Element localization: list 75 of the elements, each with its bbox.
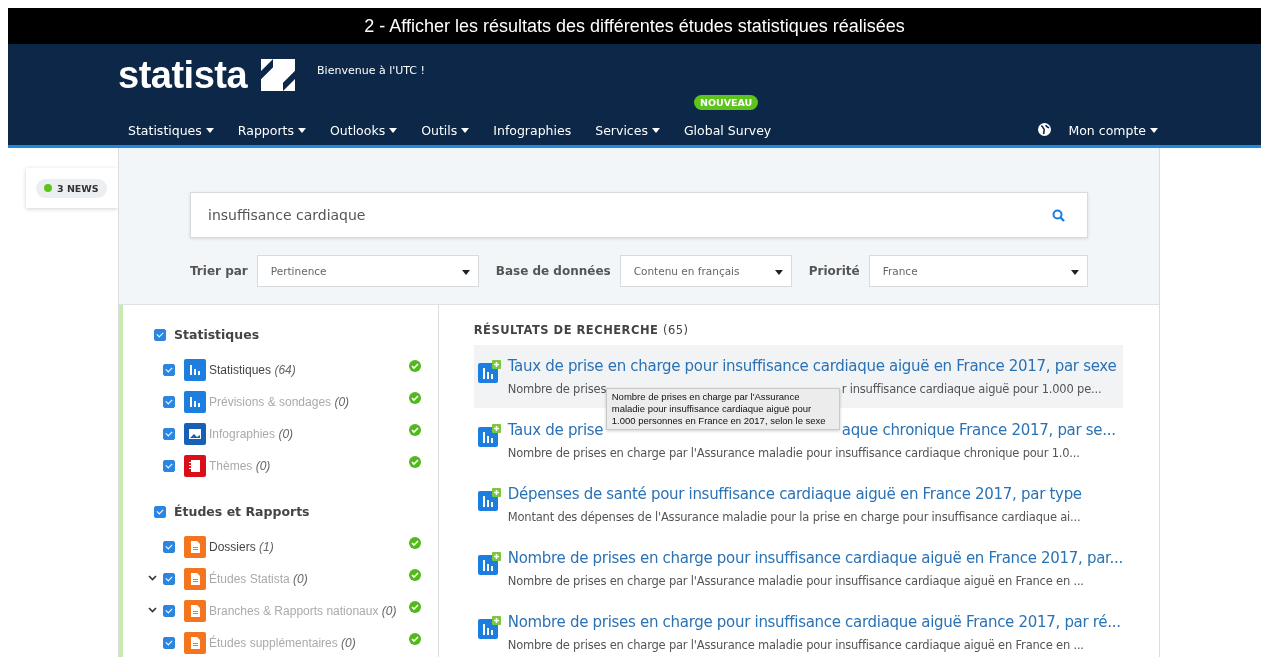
checkbox[interactable] <box>163 541 175 553</box>
result-description: Nombre de prises en charge par l'Assurance maladie pour insuffisance cardiaque chronique pour 1.0... <box>507 446 1080 460</box>
bar-chart-icon <box>184 391 206 413</box>
result-description: Nombre de prises en charge par l'Assurance maladie pour insuffisance cardiaque aiguë en France en ... <box>507 574 1084 588</box>
account-menu[interactable]: Mon compte <box>1068 123 1158 144</box>
logo-mark-icon <box>261 59 296 91</box>
result-title-link[interactable]: aque chronique France 2017, par se... <box>841 421 1116 439</box>
search-icon[interactable] <box>1052 208 1065 222</box>
document-icon <box>184 536 206 558</box>
checkbox[interactable] <box>154 505 166 518</box>
filter-select[interactable]: France <box>868 255 1088 287</box>
chart-icon <box>477 488 501 512</box>
result-description: r insuffisance cardiaque aiguë pour 1.000 pe... <box>841 382 1102 396</box>
nav-link[interactable]: Statistiques <box>128 123 214 144</box>
checkbox[interactable] <box>154 328 166 341</box>
filter-label: Priorité <box>808 264 860 278</box>
nav-link[interactable]: Rapports <box>237 123 306 144</box>
check-circle-icon <box>409 392 421 404</box>
welcome-text: Bienvenue à l'UTC ! <box>317 63 425 77</box>
result-title-link[interactable]: Dépenses de santé pour insuffisance cardiaque aiguë en France 2017, par type <box>507 485 1082 503</box>
nav-link[interactable]: Outlooks <box>329 123 398 144</box>
filter-item-label: Statistiques (64) <box>209 363 296 377</box>
caret-icon <box>461 270 470 275</box>
window-title: 2 - Afficher les résultats des différentes études statistiques réalisées <box>8 8 1261 44</box>
globe-icon[interactable] <box>1038 123 1052 136</box>
caret-icon <box>1071 270 1079 275</box>
filter-item-label: Branches & Rapports nationaux (0) <box>209 604 397 618</box>
check-circle-icon <box>409 360 421 372</box>
search-field[interactable]: insuffisance cardiaque <box>190 192 1088 238</box>
news-button[interactable]: 3 NEWS <box>36 178 107 198</box>
check-circle-icon <box>409 537 421 549</box>
check-circle-icon <box>409 633 421 645</box>
nav-link[interactable]: Services <box>595 123 660 144</box>
group-label: Statistiques <box>174 327 260 342</box>
result-description: Montant des dépenses de l'Assurance maladie pour la prise en charge pour insuffisance cardiaque ai... <box>507 510 1081 524</box>
check-circle-icon <box>409 601 421 613</box>
group-label: Études et Rapports <box>174 504 310 519</box>
document-icon <box>184 568 206 590</box>
chart-icon <box>477 616 501 640</box>
result-title-link[interactable]: Taux de prise <box>507 421 604 439</box>
check-circle-icon <box>409 424 421 436</box>
chart-icon <box>477 424 501 448</box>
filter-item-label: Dossiers (1) <box>209 540 274 554</box>
nav-link[interactable]: Outils <box>421 123 470 144</box>
new-badge: NOUVEAU <box>693 95 759 110</box>
filter-label: Trier par <box>190 264 248 278</box>
checkbox[interactable] <box>163 364 175 376</box>
chart-icon <box>477 552 501 576</box>
results-heading: RÉSULTATS DE RECHERCHE (65) <box>473 323 690 337</box>
document-icon <box>184 632 206 654</box>
caret-icon <box>774 270 783 275</box>
result-title-link[interactable]: Nombre de prises en charge pour insuffisance cardiaque aiguë France 2017, par ré... <box>507 613 1121 631</box>
result-title-link[interactable]: Nombre de prises en charge pour insuffisance cardiaque aiguë en France 2017, par... <box>507 549 1123 567</box>
result-description: Nombre de prises en charge par l'Assurance maladie pour insuffisance cardiaque aiguë en France en ... <box>507 638 1084 652</box>
filter-select[interactable]: Contenu en français <box>619 255 792 287</box>
filter-item-label: Études supplémentaires (0) <box>209 636 356 650</box>
nav-link[interactable]: Global Survey <box>683 123 772 144</box>
filter-item-label: Études Statista (0) <box>209 572 308 586</box>
check-circle-icon <box>409 569 421 581</box>
check-circle-icon <box>409 456 421 468</box>
nav-link[interactable]: Infographies <box>493 123 572 144</box>
result-description: Nombre de prises <box>507 382 607 396</box>
result-title-link[interactable]: Taux de prise en charge pour insuffisance cardiaque aiguë en France 2017, par sexe <box>507 357 1117 375</box>
logo[interactable]: statista <box>118 56 248 94</box>
filter-item-label: Prévisions & sondages (0) <box>209 395 350 409</box>
filter-item-label: Infographies (0) <box>209 427 294 441</box>
chart-icon <box>477 360 501 384</box>
filter-item-label: Thèmes (0) <box>209 459 271 473</box>
notebook-icon <box>184 455 206 477</box>
bar-chart-icon <box>184 359 206 381</box>
filter-select[interactable]: Pertinence <box>256 255 479 287</box>
tooltip: Nombre de prises en charge par l'Assurance maladie pour insuffisance cardiaque aiguë pour 1.000 personnes en France en 2017, selon le sexe <box>605 388 840 430</box>
document-icon <box>184 600 206 622</box>
filter-label: Base de données <box>495 264 611 278</box>
image-icon <box>184 423 206 445</box>
